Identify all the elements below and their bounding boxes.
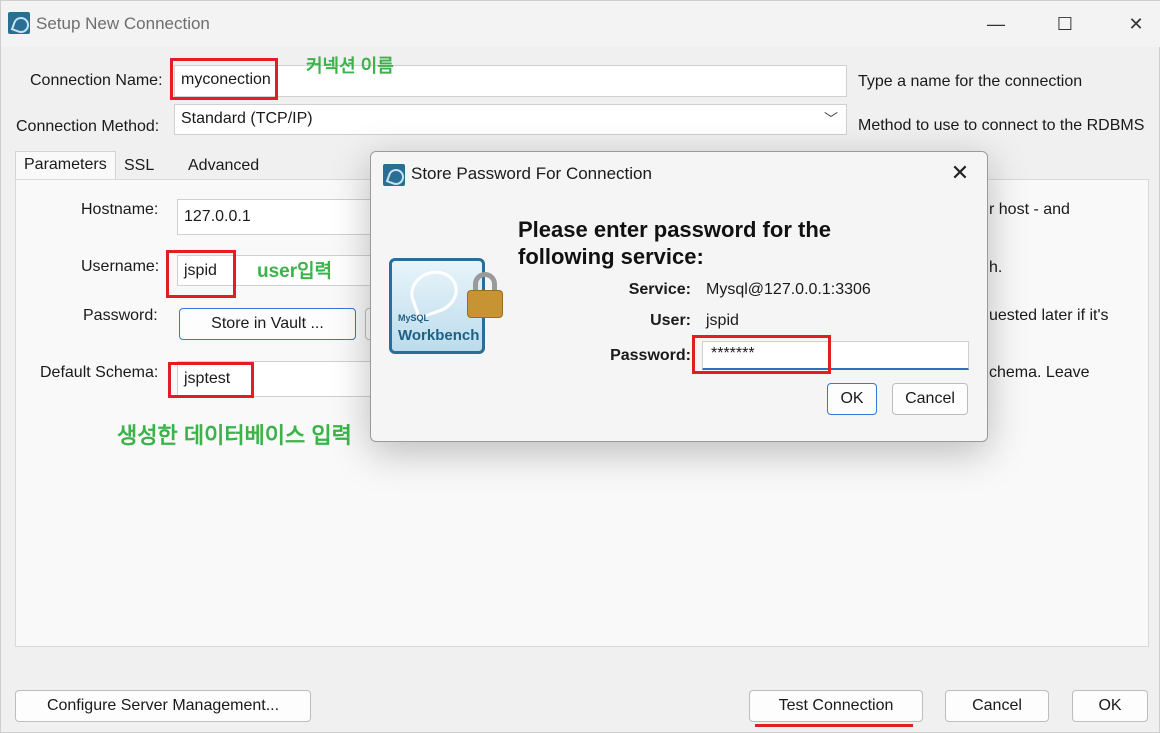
test-connection-underline [755, 724, 913, 727]
service-label: Service: [628, 281, 691, 298]
service-value: Mysql@127.0.0.1:3306 [706, 281, 871, 298]
minimize-button[interactable]: — [976, 9, 1016, 39]
connection-method-select[interactable]: Standard (TCP/IP) ﹀ [174, 104, 847, 135]
password-label: Password: [83, 307, 158, 324]
tab-parameters[interactable]: Parameters [15, 151, 116, 179]
maximize-button[interactable]: ☐ [1045, 9, 1085, 39]
username-description: h. [989, 259, 1003, 276]
connection-name-note: 커넥션 이름 [306, 56, 394, 76]
username-label: Username: [81, 258, 160, 275]
connection-name-highlight [170, 58, 278, 100]
configure-server-management-button[interactable]: Configure Server Management... [15, 690, 311, 722]
dialog-close-button[interactable]: ✕ [945, 158, 975, 188]
default-schema-highlight [168, 362, 254, 398]
dolphin-icon [404, 264, 464, 320]
dialog-cancel-button[interactable]: Cancel [892, 383, 968, 415]
store-in-vault-button[interactable]: Store in Vault ... [179, 308, 356, 340]
hostname-description: r host - and [989, 201, 1070, 218]
password-highlight [692, 335, 831, 374]
store-password-dialog: Store Password For Connection ✕ MySQL Wo… [370, 151, 988, 442]
connection-method-description: Method to use to connect to the RDBMS [858, 117, 1145, 134]
dialog-ok-button[interactable]: OK [827, 383, 877, 415]
connection-name-description: Type a name for the connection [858, 73, 1083, 90]
chevron-down-icon: ﹀ [824, 111, 838, 127]
cancel-button[interactable]: Cancel [945, 690, 1049, 722]
tab-ssl[interactable]: SSL [116, 153, 163, 181]
default-schema-description: chema. Leave [989, 364, 1090, 381]
workbench-app-icon [8, 12, 30, 34]
padlock-body [467, 290, 503, 318]
logo-brand: MySQL [398, 313, 430, 323]
hostname-label: Hostname: [81, 201, 159, 218]
close-button[interactable]: ✕ [1116, 9, 1156, 39]
hostname-input[interactable]: 127.0.0.1 [177, 199, 377, 235]
ok-button[interactable]: OK [1072, 690, 1148, 722]
connection-method-label: Connection Method: [16, 118, 160, 135]
username-highlight [166, 250, 236, 298]
padlock-icon [467, 272, 503, 318]
user-label: User: [650, 312, 691, 329]
title-bar: Setup New Connection — ☐ ✕ [1, 1, 1160, 47]
window-title: Setup New Connection [36, 14, 210, 33]
tab-advanced[interactable]: Advanced [180, 153, 268, 181]
test-connection-button[interactable]: Test Connection [749, 690, 923, 722]
connection-method-value: Standard (TCP/IP) [181, 110, 313, 127]
user-value: jspid [706, 312, 739, 329]
connection-name-label: Connection Name: [30, 72, 163, 89]
workbench-app-icon [383, 164, 405, 186]
dialog-heading: Please enter password for the following … [518, 217, 831, 269]
dialog-title: Store Password For Connection [411, 164, 652, 183]
logo-text: Workbench [398, 327, 480, 344]
username-note: user입력 [257, 261, 333, 282]
password-description: uested later if it's [989, 307, 1109, 324]
password-label: Password: [610, 347, 691, 364]
schema-note: 생성한 데이터베이스 입력 [117, 423, 352, 448]
default-schema-label: Default Schema: [40, 364, 159, 381]
